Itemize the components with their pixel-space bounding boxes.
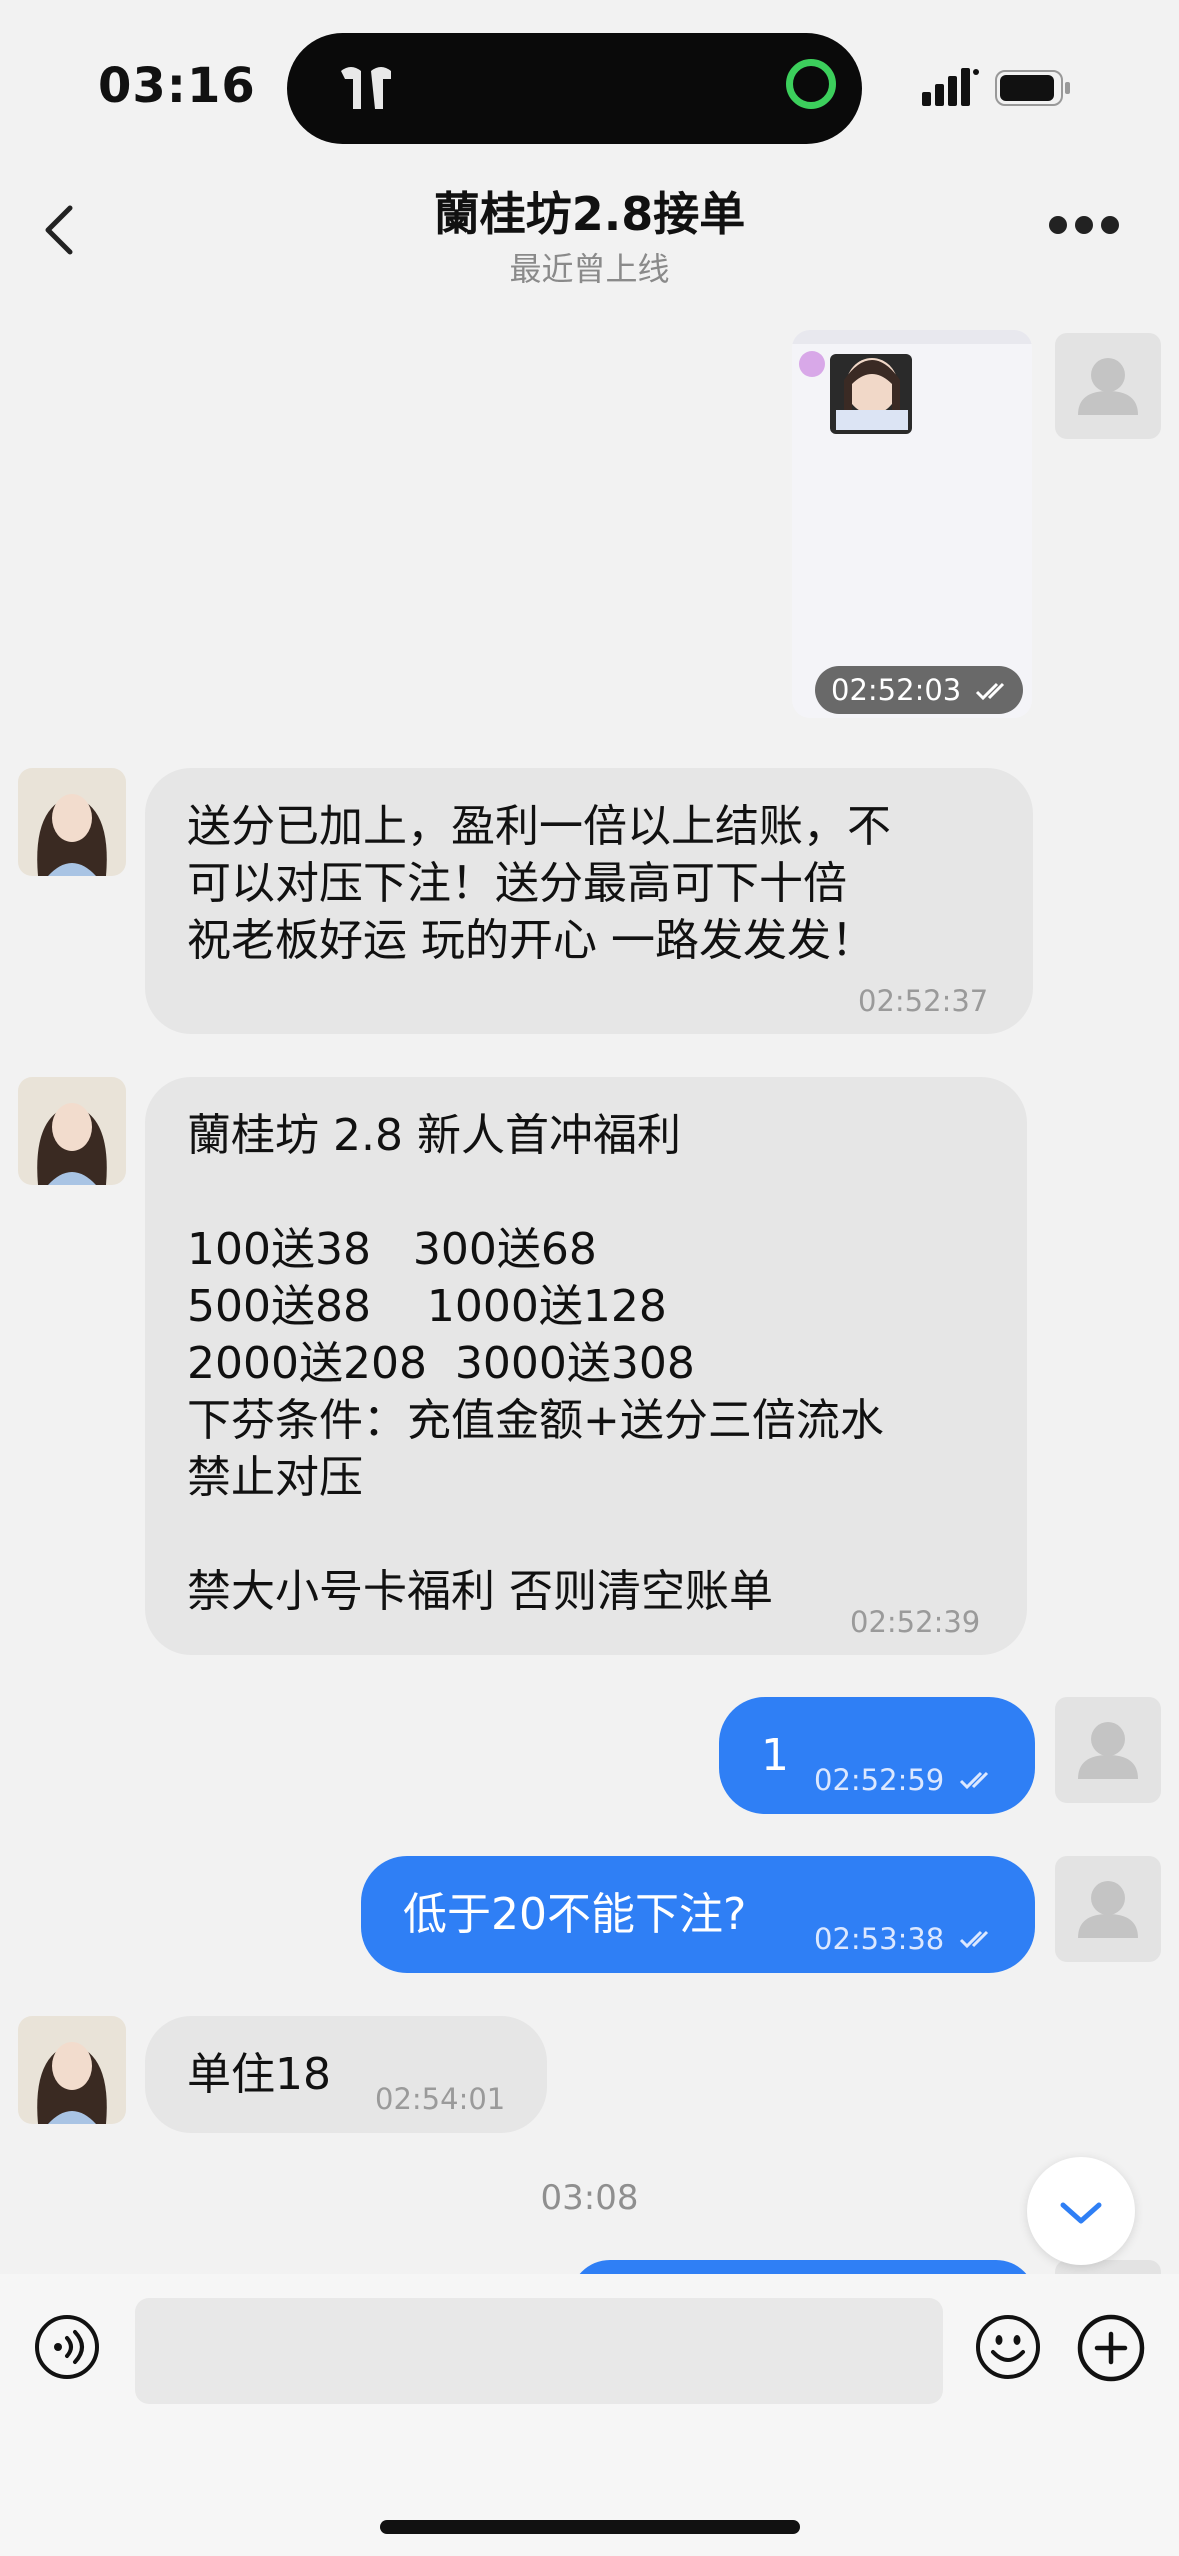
read-check-icon <box>959 1930 989 1949</box>
message-bubble-incoming[interactable]: 送分已加上，盈利一倍以上结账，不 可以对压下注！送分最高可下十倍 祝老板好运 玩… <box>145 768 1033 1034</box>
message-text: 蘭桂坊 2.8 新人首冲福利 100送38 300送68 500送88 1000… <box>187 1110 884 1617</box>
message-text: 单住18 <box>187 2049 331 2100</box>
message-text: 1 <box>761 1730 789 1781</box>
message-time: 02:54:01 <box>375 2082 506 2116</box>
chat-subtitle: 最近曾上线 <box>509 250 670 288</box>
scroll-down-button[interactable] <box>1027 2157 1135 2265</box>
read-check-icon <box>959 1771 989 1790</box>
default-avatar-icon <box>1078 1722 1138 1779</box>
contact-photo <box>18 2016 126 2124</box>
message-bubble-outgoing[interactable]: 低于20不能下注? 02:53:38 <box>361 1856 1035 1973</box>
battery-icon <box>995 70 1070 106</box>
image-timestamp: 02:52:03 <box>831 673 962 707</box>
emoji-icon[interactable] <box>975 2314 1041 2380</box>
home-indicator <box>380 2520 800 2534</box>
message-text: 低于20不能下注? <box>403 1889 747 1940</box>
contact-photo <box>18 1077 126 1185</box>
read-check-icon <box>975 682 1005 701</box>
contact-avatar[interactable] <box>18 768 126 876</box>
default-avatar-icon <box>1078 1881 1138 1938</box>
voice-icon[interactable] <box>34 2314 100 2380</box>
user-avatar[interactable] <box>1055 1856 1161 1962</box>
message-time: 02:52:39 <box>850 1605 981 1639</box>
message-time: 02:53:38 <box>814 1922 945 1956</box>
image-message[interactable] <box>792 330 1032 718</box>
image-timestamp-badge: 02:52:03 <box>815 666 1023 714</box>
message-input[interactable] <box>135 2298 943 2404</box>
time-divider: 03:08 <box>540 2178 639 2218</box>
scroll-down-icon <box>1060 2202 1102 2224</box>
contact-avatar[interactable] <box>18 2016 126 2124</box>
user-avatar[interactable] <box>1055 333 1161 439</box>
default-avatar-icon <box>1078 358 1138 415</box>
dynamic-island <box>287 33 862 144</box>
activity-ring-icon <box>786 59 836 109</box>
plus-icon[interactable] <box>1077 2314 1145 2382</box>
contact-avatar[interactable] <box>18 1077 126 1185</box>
status-bar: 03:16 <box>0 0 1179 160</box>
contact-photo <box>18 768 126 876</box>
status-time: 03:16 <box>98 58 256 114</box>
airpods-icon <box>341 67 391 109</box>
message-time: 02:52:37 <box>858 984 989 1018</box>
message-text: 送分已加上，盈利一倍以上结账，不 可以对压下注！送分最高可下十倍 祝老板好运 玩… <box>187 801 891 966</box>
message-time: 02:52:59 <box>814 1763 945 1797</box>
chat-title[interactable]: 蘭桂坊2.8接单 <box>0 178 1179 244</box>
user-avatar[interactable] <box>1055 1697 1161 1803</box>
signal-icon <box>922 68 979 106</box>
input-bar <box>0 2274 1179 2556</box>
message-bubble-incoming[interactable]: 蘭桂坊 2.8 新人首冲福利 100送38 300送68 500送88 1000… <box>145 1077 1027 1655</box>
more-icon[interactable] <box>1048 215 1120 235</box>
image-thumbnail[interactable] <box>792 330 1032 530</box>
message-bubble-incoming[interactable]: 单住18 02:54:01 <box>145 2016 547 2133</box>
message-bubble-outgoing[interactable]: 1 02:52:59 <box>719 1697 1035 1814</box>
